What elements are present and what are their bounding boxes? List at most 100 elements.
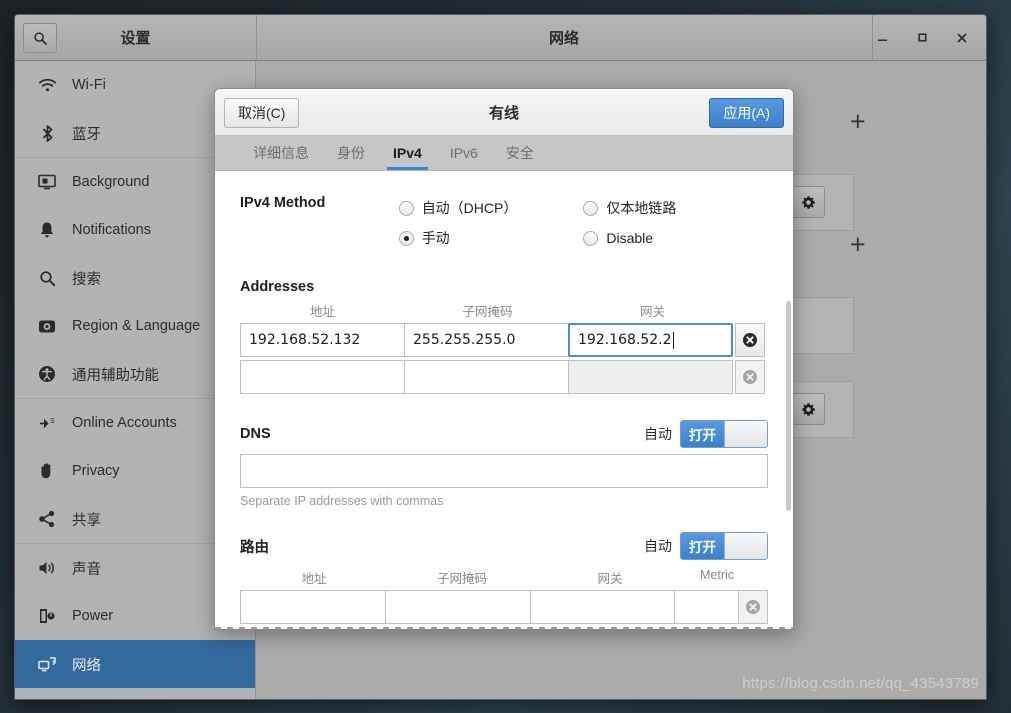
settings-title: 设置 (120, 30, 151, 47)
column-header-route-metric: Metric (699, 568, 735, 582)
radio-label: Disable (606, 230, 654, 246)
dialog-header: 有线 取消(C) 应用(A) (215, 89, 793, 136)
radio-label: 仅本地链路 (606, 200, 677, 216)
dns-input[interactable] (240, 454, 768, 488)
minimize-button[interactable] (862, 15, 902, 60)
close-icon (957, 32, 967, 43)
watermark-text: https://blog.csdn.net/qq_43543789 (742, 675, 979, 692)
connection-settings-button-1[interactable] (791, 186, 825, 218)
delete-route-button-1[interactable] (738, 590, 768, 624)
radio-icon (583, 200, 599, 216)
column-header-gateway: 网关 (639, 305, 665, 319)
sidebar-item-label: 声音 (72, 561, 101, 578)
ipv4-method-column-left: 自动（DHCP） 手动 (398, 193, 584, 253)
column-header-route-netmask: 子网掩码 (436, 572, 487, 586)
route-address-input-1[interactable] (240, 590, 386, 624)
routes-auto-label: 自动 (644, 538, 672, 554)
tab-security[interactable]: 安全 (492, 136, 548, 170)
maximize-button[interactable] (902, 15, 942, 60)
network-page-title: 网络 (548, 30, 579, 47)
minimize-icon (877, 39, 887, 42)
network-icon (37, 654, 57, 674)
delete-address-button-2[interactable] (735, 360, 765, 394)
sidebar-item-label: Background (72, 174, 150, 190)
tab-ipv6[interactable]: IPv6 (436, 136, 492, 170)
radio-link-local-only[interactable]: 仅本地链路 (583, 193, 768, 223)
sidebar-item-label: Wi-Fi (72, 77, 106, 93)
delete-icon (743, 333, 757, 347)
text-cursor (672, 331, 674, 349)
gear-icon (801, 195, 815, 209)
bell-icon (37, 220, 57, 240)
sidebar-item-network[interactable]: 网络 (15, 640, 255, 688)
dns-header: DNS 自动 打开 (240, 420, 768, 448)
radio-disable[interactable]: Disable (583, 223, 768, 253)
netmask-input-2[interactable] (404, 360, 569, 394)
share-icon (37, 509, 57, 529)
table-row: 192.168.52.132 255.255.255.0 192.168.52.… (240, 323, 768, 357)
window-controls (862, 15, 982, 60)
tab-ipv4[interactable]: IPv4 (379, 136, 436, 170)
routes-header: 路由 自动 打开 (240, 532, 768, 560)
column-header-address: 地址 (309, 305, 335, 319)
column-header-netmask: 子网掩码 (462, 305, 513, 319)
sidebar-item-label: Privacy (72, 463, 120, 479)
gateway-input-1-value: 192.168.52.2 (578, 332, 672, 348)
address-input-1[interactable]: 192.168.52.132 (240, 323, 405, 357)
radio-manual[interactable]: 手动 (398, 223, 584, 253)
close-button[interactable] (942, 15, 982, 60)
dns-hint: Separate IP addresses with commas (240, 494, 444, 508)
routes-toggle-state: 打开 (681, 533, 724, 559)
dns-toggle-state: 打开 (681, 421, 724, 447)
delete-icon (743, 370, 757, 384)
tab-details[interactable]: 详细信息 (239, 136, 323, 170)
dns-title: DNS (240, 426, 271, 442)
route-gateway-input-1[interactable] (529, 590, 676, 624)
dialog-bottom-edge (215, 627, 793, 629)
apply-button[interactable]: 应用(A) (709, 98, 784, 128)
sidebar-item-label: 通用辅助功能 (72, 367, 159, 384)
routes-title: 路由 (240, 539, 269, 556)
window-titlebar: 设置 网络 (15, 15, 986, 61)
dns-auto-toggle[interactable]: 打开 (680, 420, 768, 448)
radio-icon-selected (398, 230, 414, 246)
dialog-scrollbar[interactable] (786, 301, 791, 511)
sidebar-item-label: 搜索 (72, 271, 101, 288)
sidebar-item-label: Online Accounts (72, 415, 177, 431)
sidebar-item-label: 蓝牙 (72, 126, 101, 143)
radio-icon (583, 230, 599, 246)
column-header-route-address: 地址 (301, 572, 327, 586)
power-icon (37, 606, 57, 626)
sidebar-item-label: Region & Language (72, 318, 201, 334)
gateway-input-1[interactable]: 192.168.52.2 (568, 323, 733, 357)
dialog-tabs: 详细信息 身份 IPv4 IPv6 安全 (215, 136, 793, 171)
dns-toggle-knob (724, 421, 767, 447)
maximize-icon (917, 33, 927, 42)
sidebar-item-label: 共享 (72, 512, 101, 529)
route-metric-input-1[interactable] (674, 590, 740, 624)
route-netmask-input-1[interactable] (384, 590, 531, 624)
cancel-button[interactable]: 取消(C) (224, 98, 300, 128)
sidebar-item-label: 网络 (72, 657, 101, 674)
dialog-title: 有线 (488, 104, 519, 122)
addresses-table: 192.168.52.132 255.255.255.0 192.168.52.… (240, 323, 768, 394)
connection-settings-button-2[interactable] (791, 393, 825, 425)
tab-identity[interactable]: 身份 (323, 136, 379, 170)
globe-icon (37, 316, 57, 336)
addresses-title: Addresses (240, 279, 315, 295)
delete-icon (746, 600, 761, 614)
accessibility-icon (37, 364, 57, 384)
ipv4-method-row: IPv4 Method 自动（DHCP） 手动 仅本地链路 Disable (240, 193, 768, 253)
routes-auto-toggle[interactable]: 打开 (680, 532, 768, 560)
search-icon (37, 268, 57, 288)
add-connection-button-2[interactable]: + (849, 234, 867, 255)
radio-label: 自动（DHCP） (421, 200, 518, 216)
speaker-icon (37, 558, 57, 578)
delete-address-button-1[interactable] (735, 323, 765, 357)
add-connection-button-1[interactable]: + (849, 111, 867, 132)
netmask-input-1[interactable]: 255.255.255.0 (404, 323, 569, 357)
radio-auto-dhcp[interactable]: 自动（DHCP） (398, 193, 584, 223)
sidebar-item-label: Power (72, 608, 114, 624)
address-input-2[interactable] (240, 360, 405, 394)
gateway-input-2[interactable] (568, 360, 733, 394)
